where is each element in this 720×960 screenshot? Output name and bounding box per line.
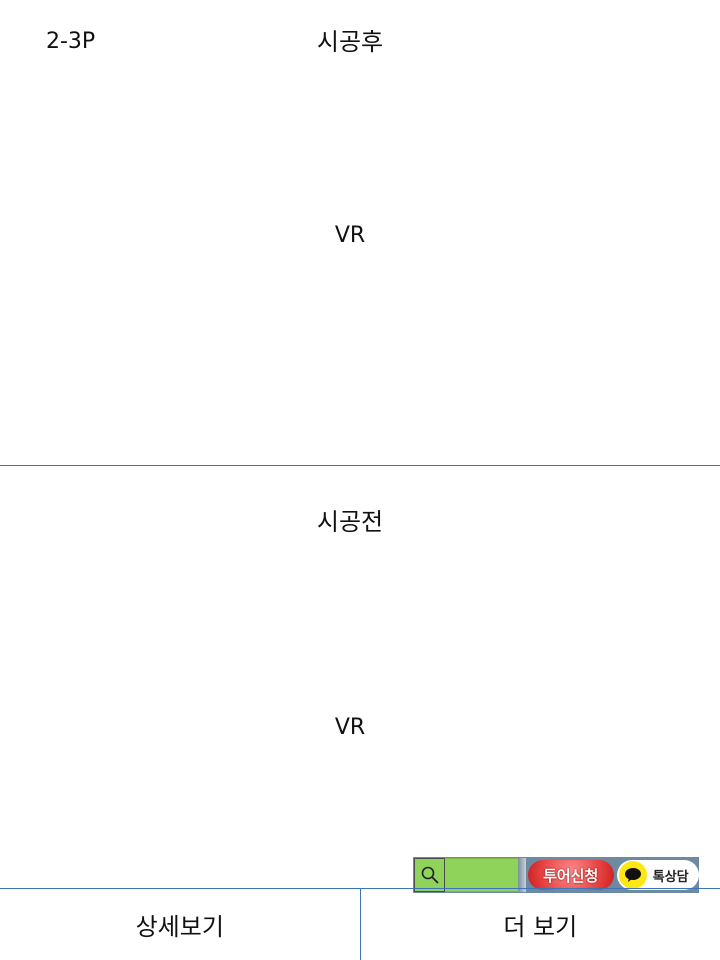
search-button[interactable] bbox=[414, 858, 446, 892]
search-icon bbox=[421, 866, 439, 884]
chat-bubble-icon bbox=[618, 861, 647, 889]
more-view-button[interactable]: 더 보기 bbox=[361, 889, 720, 960]
kakao-chat-label: 톡상담 bbox=[652, 869, 689, 885]
tour-request-button[interactable]: 투어신청 bbox=[527, 860, 614, 890]
search-input[interactable] bbox=[445, 858, 518, 892]
section-divider bbox=[0, 465, 720, 466]
detail-view-button[interactable]: 상세보기 bbox=[0, 889, 361, 960]
widget-photo-strip bbox=[517, 858, 526, 892]
before-title: 시공전 bbox=[316, 508, 384, 536]
before-vr-label: VR bbox=[334, 715, 366, 740]
kakao-chat-button[interactable]: 톡상담 bbox=[616, 860, 699, 890]
after-title: 시공후 bbox=[316, 28, 384, 56]
bottom-bar: 상세보기 더 보기 bbox=[0, 888, 720, 960]
page: 2-3P 시공후 VR 시공전 VR 투어신청 톡상담 상세보기 더 보기 bbox=[0, 0, 720, 960]
after-vr-label: VR bbox=[334, 223, 366, 248]
